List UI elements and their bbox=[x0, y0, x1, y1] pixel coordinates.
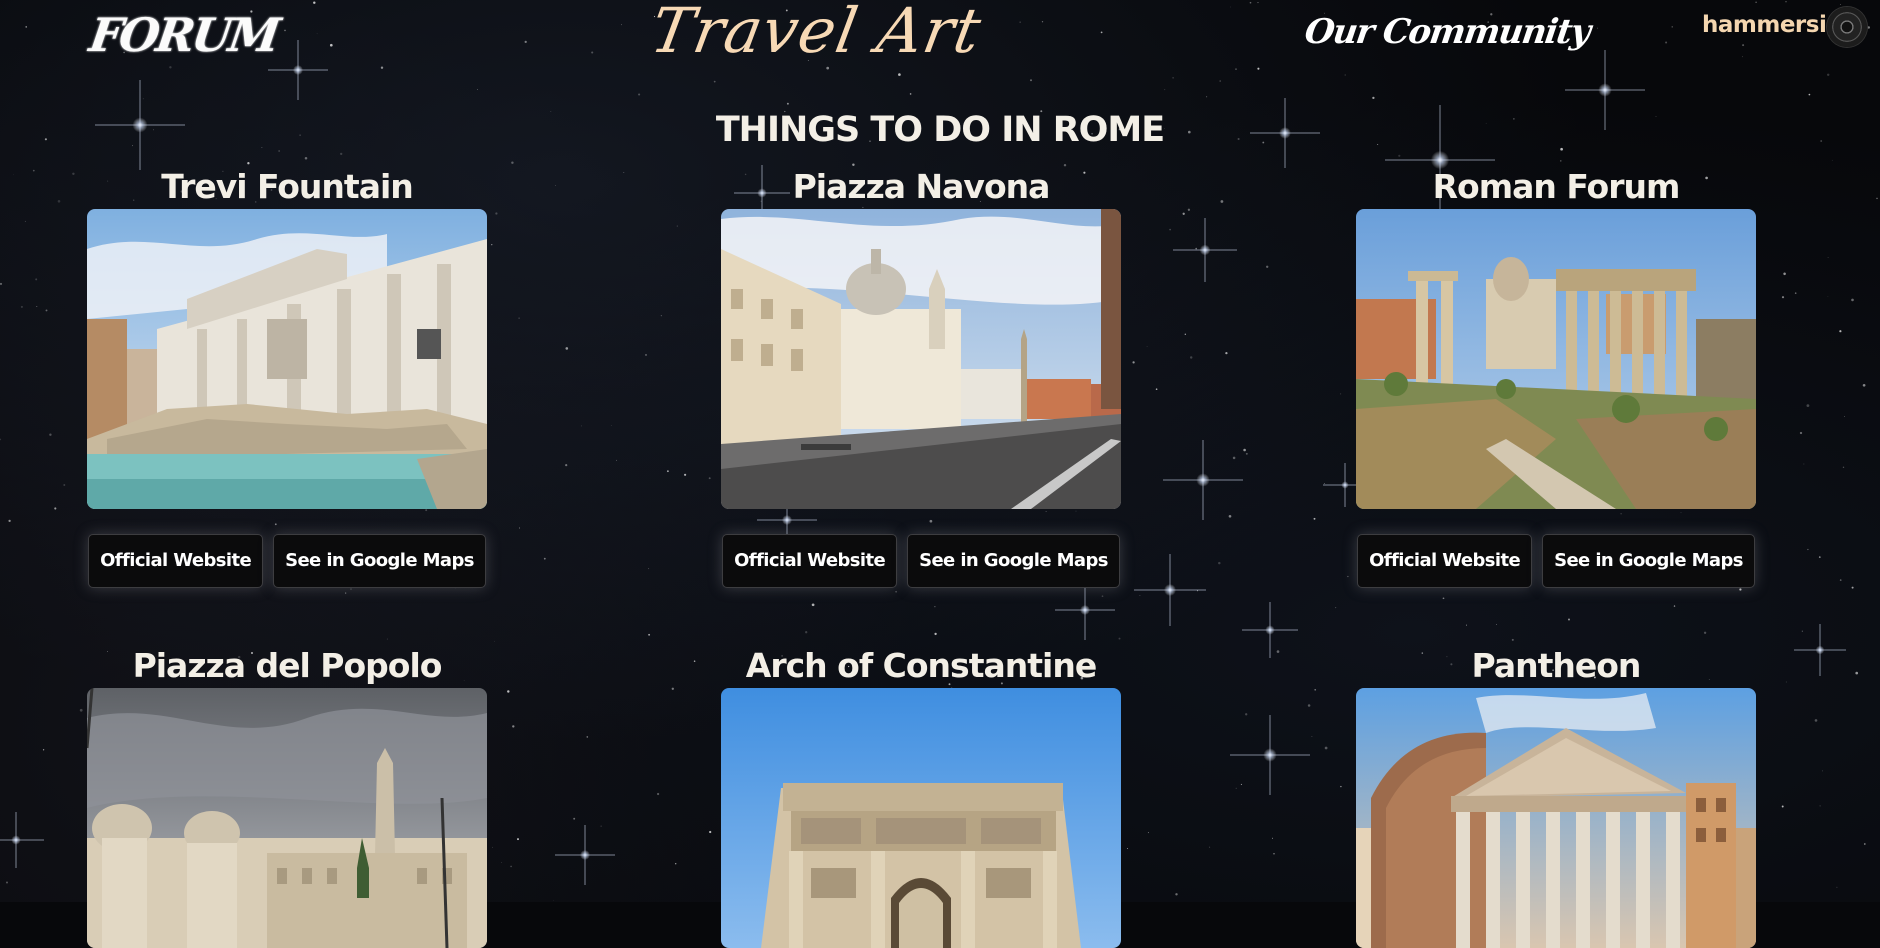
google-maps-button[interactable]: See in Google Maps bbox=[273, 534, 486, 588]
card-title: Piazza Navona bbox=[792, 167, 1051, 206]
piazza-del-popolo-photo bbox=[87, 688, 487, 948]
card-title: Roman Forum bbox=[1432, 167, 1681, 206]
top-header: FORUM Travel Art Our Community hammersig… bbox=[0, 0, 1880, 80]
google-maps-button[interactable]: See in Google Maps bbox=[907, 534, 1120, 588]
trevi-fountain-photo bbox=[87, 209, 487, 509]
forum-logo-link[interactable]: FORUM bbox=[86, 8, 281, 62]
page-heading: THINGS TO DO IN ROME bbox=[715, 110, 1165, 150]
official-website-button[interactable]: Official Website bbox=[88, 534, 264, 588]
official-website-button[interactable]: Official Website bbox=[1357, 534, 1533, 588]
user-avatar[interactable] bbox=[1827, 7, 1867, 47]
card-actions: Official Website See in Google Maps bbox=[721, 534, 1121, 588]
arch-of-constantine-photo bbox=[721, 688, 1121, 948]
card-title: Arch of Constantine bbox=[745, 646, 1097, 685]
card-title: Pantheon bbox=[1471, 646, 1642, 685]
site-title[interactable]: Travel Art bbox=[646, 0, 987, 67]
official-website-button[interactable]: Official Website bbox=[722, 534, 898, 588]
card-actions: Official Website See in Google Maps bbox=[1356, 534, 1756, 588]
piazza-navona-photo bbox=[721, 209, 1121, 509]
google-maps-button[interactable]: See in Google Maps bbox=[1542, 534, 1755, 588]
card-title: Piazza del Popolo bbox=[132, 646, 443, 685]
card-actions: Official Website See in Google Maps bbox=[87, 534, 487, 588]
our-community-link[interactable]: Our Community bbox=[1302, 12, 1592, 52]
roman-forum-photo bbox=[1356, 209, 1756, 509]
pantheon-photo bbox=[1356, 688, 1756, 948]
card-title: Trevi Fountain bbox=[161, 167, 414, 206]
